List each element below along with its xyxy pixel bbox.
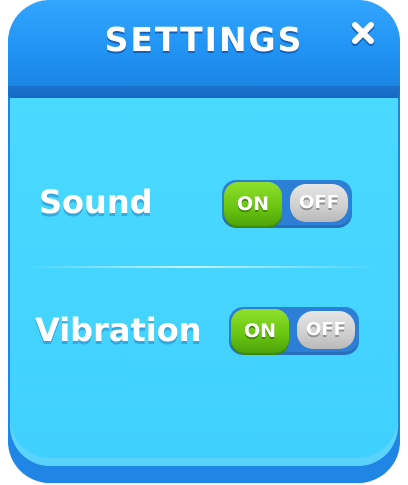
dialog-title: SETTINGS bbox=[104, 20, 304, 59]
row-divider bbox=[26, 266, 382, 268]
vibration-label: Vibration bbox=[35, 311, 202, 349]
dialog-body bbox=[10, 98, 398, 466]
close-icon bbox=[351, 22, 375, 46]
dialog-body-inner bbox=[10, 98, 398, 458]
toggle-on-button[interactable]: ON bbox=[224, 182, 282, 226]
toggle-off-button[interactable]: OFF bbox=[290, 184, 348, 222]
toggle-on-button[interactable]: ON bbox=[231, 309, 289, 353]
settings-dialog bbox=[8, 0, 400, 483]
close-button[interactable] bbox=[350, 20, 376, 46]
vibration-toggle[interactable]: ON OFF bbox=[229, 307, 359, 355]
toggle-off-button[interactable]: OFF bbox=[297, 311, 355, 349]
sound-label: Sound bbox=[39, 183, 153, 221]
sound-toggle[interactable]: ON OFF bbox=[222, 180, 352, 228]
